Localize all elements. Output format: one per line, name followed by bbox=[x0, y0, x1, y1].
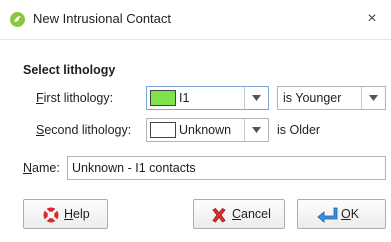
first-lithology-combo[interactable]: I1 bbox=[146, 86, 269, 110]
help-button-label: Help bbox=[64, 207, 90, 221]
second-lithology-value: Unknown bbox=[179, 123, 232, 137]
dialog-window: New Intrusional Contact × Select litholo… bbox=[0, 0, 391, 242]
window-title: New Intrusional Contact bbox=[33, 11, 172, 26]
red-x-icon bbox=[210, 206, 228, 227]
name-input[interactable] bbox=[67, 156, 386, 180]
close-icon[interactable]: × bbox=[361, 8, 383, 30]
name-label: Name: bbox=[23, 161, 60, 175]
cancel-button-label: Cancel bbox=[232, 207, 271, 221]
second-lithology-color-swatch bbox=[150, 122, 176, 138]
ok-button-label: OK bbox=[341, 207, 360, 221]
second-lithology-label: Second lithology: bbox=[36, 123, 132, 137]
second-lithology-combo[interactable]: Unknown bbox=[146, 118, 269, 142]
help-button[interactable]: Help bbox=[23, 199, 108, 229]
chevron-down-icon[interactable] bbox=[244, 119, 268, 141]
first-relation-combo[interactable]: is Younger bbox=[277, 86, 386, 110]
second-relation-text: is Older bbox=[277, 123, 321, 137]
help-lifebuoy-icon bbox=[42, 206, 60, 227]
first-relation-value: is Younger bbox=[283, 91, 342, 105]
title-bar[interactable]: New Intrusional Contact × bbox=[0, 0, 391, 40]
chevron-down-icon[interactable] bbox=[244, 87, 268, 109]
ok-button[interactable]: OK bbox=[297, 199, 386, 229]
enter-arrow-icon bbox=[316, 206, 338, 227]
first-lithology-label: First lithology: bbox=[36, 91, 114, 105]
app-icon bbox=[10, 12, 25, 27]
chevron-down-icon[interactable] bbox=[361, 87, 385, 109]
first-lithology-value: I1 bbox=[179, 91, 190, 105]
cancel-button[interactable]: Cancel bbox=[193, 199, 285, 229]
first-lithology-color-swatch bbox=[150, 90, 176, 106]
select-lithology-heading: Select lithology bbox=[23, 63, 116, 77]
